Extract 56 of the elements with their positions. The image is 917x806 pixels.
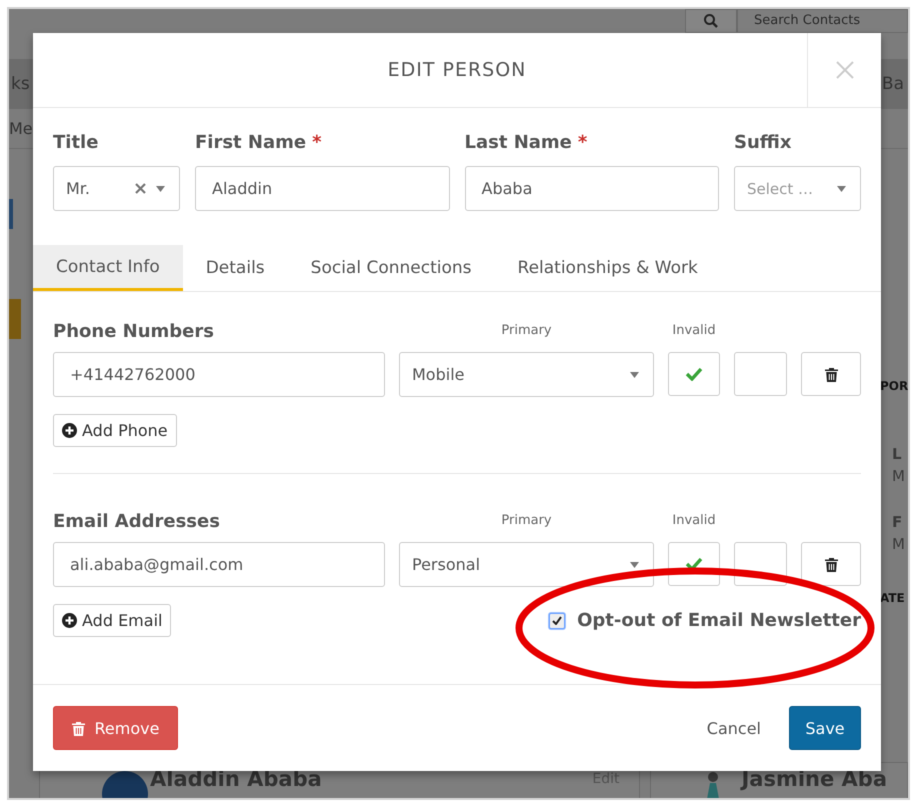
plus-circle-icon: [62, 423, 77, 438]
field-label: Suffix: [734, 132, 792, 153]
field-label: Title: [53, 132, 98, 153]
search-field[interactable]: Search Contacts: [737, 9, 908, 33]
contact-name: Aladdin Ababa: [150, 767, 322, 791]
search-button[interactable]: [685, 9, 737, 33]
checkbox-label: Opt-out of Email Newsletter: [577, 610, 861, 631]
caret-icon: [156, 186, 165, 192]
check-icon: [685, 367, 703, 381]
column-label: Invalid: [671, 323, 717, 340]
section-heading: Email Addresses: [53, 511, 221, 534]
select-field[interactable]: Mr.: [53, 166, 180, 211]
dialog-title: EDIT PERSON: [386, 58, 528, 83]
select-field[interactable]: Personal: [399, 542, 654, 587]
primary-toggle[interactable]: [668, 352, 720, 396]
delete-button[interactable]: [801, 352, 861, 396]
column-label: Primary: [500, 323, 553, 340]
text-field[interactable]: Ababa: [464, 166, 719, 211]
background-text: ATE: [880, 591, 906, 605]
background-text: POR: [880, 379, 908, 393]
highlight-bar: [9, 299, 21, 339]
search-icon: [703, 13, 719, 29]
caret-icon: [630, 372, 639, 378]
background-text: M: [892, 535, 906, 553]
delete-button[interactable]: [801, 542, 861, 586]
field-label: Last Name: [464, 132, 572, 153]
tab[interactable]: Contact Info: [33, 245, 183, 291]
trash-icon: [824, 556, 838, 572]
add-button[interactable]: Add Phone: [53, 414, 177, 447]
caret-icon: [837, 186, 846, 192]
remove-button[interactable]: Remove: [53, 706, 178, 750]
clear-icon[interactable]: [135, 183, 146, 194]
save-button[interactable]: Save: [789, 706, 861, 750]
background-text: F: [892, 513, 904, 531]
trash-icon: [72, 720, 85, 736]
cancel-button[interactable]: Cancel: [706, 714, 761, 742]
invalid-toggle[interactable]: [734, 352, 787, 396]
column-label: Primary: [500, 513, 553, 530]
text-field[interactable]: +41442762000: [53, 352, 385, 397]
text-field[interactable]: Aladdin: [195, 166, 450, 211]
field-label: First Name: [195, 132, 306, 153]
checkbox[interactable]: [549, 612, 566, 628]
column-label: Invalid: [671, 513, 717, 530]
add-button[interactable]: Add Email: [53, 604, 172, 637]
select-field[interactable]: Mobile: [399, 352, 654, 397]
plus-circle-icon: [62, 613, 77, 628]
required-mark: *: [578, 132, 588, 153]
required-mark: *: [312, 132, 322, 153]
section-heading: Phone Numbers: [53, 321, 215, 344]
caret-icon: [630, 562, 639, 568]
text-field[interactable]: ali.ababa@gmail.com: [53, 542, 385, 587]
close-icon: [834, 60, 854, 80]
contact-name: Jasmine Aba: [741, 767, 887, 791]
trash-icon: [824, 366, 838, 382]
background-text: L: [892, 445, 903, 463]
background-text: M: [892, 467, 906, 485]
